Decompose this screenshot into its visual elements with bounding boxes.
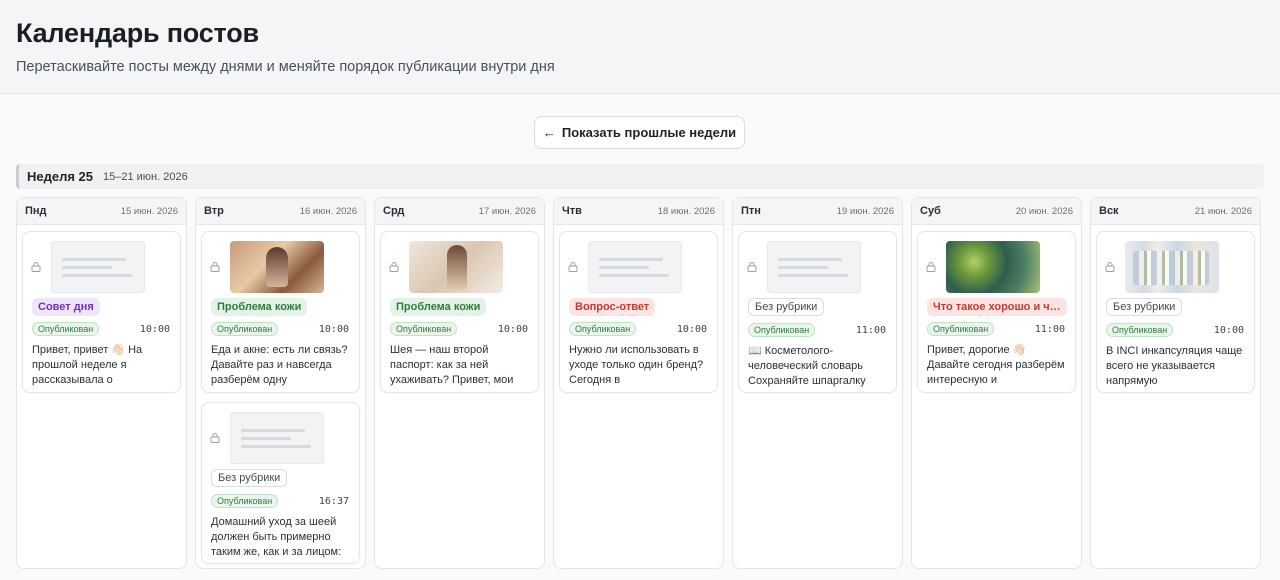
week-range: 15–21 июн. 2026: [103, 170, 188, 183]
post-card[interactable]: Без рубрики Опубликован 16:37 Домашний у…: [201, 402, 360, 564]
post-excerpt: Привет, привет 👋🏻 На прошлой неделе я ра…: [32, 344, 143, 386]
page-subtitle: Перетаскивайте посты между днями и меняй…: [16, 59, 555, 75]
day-date: 17 июн. 2026: [478, 205, 536, 217]
show-past-weeks-button[interactable]: ← Показать прошлые недели: [534, 116, 745, 149]
post-card[interactable]: Без рубрики Опубликован 11:00 📖 Косметол…: [738, 231, 897, 393]
day-column-wed[interactable]: Срд 17 июн. 2026 Проблема кожи Опубликов…: [374, 197, 545, 569]
arrow-left-icon: ←: [542, 125, 556, 140]
post-time: 16:37: [318, 496, 349, 507]
post-excerpt: Еда и акне: есть ли связь? Давайте раз и…: [211, 344, 348, 386]
post-card[interactable]: Совет дня Опубликован 10:00 Привет, прив…: [22, 231, 181, 393]
lock-icon[interactable]: [747, 261, 757, 272]
week-header: Неделя 25 15–21 июн. 2026: [16, 164, 1264, 189]
day-column-sat[interactable]: Суб 20 июн. 2026 Что такое хорошо и ч… О…: [911, 197, 1082, 569]
post-time: 10:00: [139, 324, 170, 335]
status-badge: Опубликован: [211, 494, 279, 508]
post-time: 10:00: [676, 324, 707, 335]
lock-icon[interactable]: [1105, 261, 1115, 272]
status-badge: Опубликован: [927, 322, 995, 336]
lock-icon[interactable]: [210, 432, 220, 443]
post-excerpt: В INCI инкапсуляция чаще всего не указыв…: [1106, 345, 1243, 387]
day-name: Пнд: [25, 205, 47, 217]
post-time: 11:00: [1034, 324, 1065, 335]
lock-icon[interactable]: [389, 261, 399, 272]
rubric-badge: Без рубрики: [211, 469, 288, 487]
rubric-badge: Без рубрики: [748, 298, 825, 316]
day-date: 16 июн. 2026: [299, 205, 357, 217]
rubric-badge: Что такое хорошо и ч…: [927, 298, 1067, 316]
day-header: Чтв 18 июн. 2026: [554, 198, 723, 225]
day-name: Суб: [920, 205, 941, 217]
post-excerpt: Домашний уход за шеей должен быть пример…: [211, 516, 342, 558]
post-card[interactable]: Вопрос-ответ Опубликован 10:00 Нужно ли …: [559, 231, 718, 393]
post-time: 11:00: [855, 325, 886, 336]
post-card[interactable]: Проблема кожи Опубликован 10:00 Еда и ак…: [201, 231, 360, 393]
page-title: Календарь постов: [16, 18, 259, 48]
post-thumbnail-placeholder: [230, 412, 324, 464]
rubric-badge: Без рубрики: [1106, 298, 1183, 316]
post-excerpt: Нужно ли использовать в уходе только оди…: [569, 344, 704, 386]
day-header: Суб 20 июн. 2026: [912, 198, 1081, 225]
rubric-badge: Вопрос-ответ: [569, 298, 656, 316]
post-thumbnail-placeholder: [588, 241, 682, 293]
day-header: Пнд 15 июн. 2026: [17, 198, 186, 225]
day-date: 21 июн. 2026: [1194, 205, 1252, 217]
day-date: 18 июн. 2026: [657, 205, 715, 217]
post-card[interactable]: Проблема кожи Опубликован 10:00 Шея — на…: [380, 231, 539, 393]
post-thumbnail-image: [230, 241, 324, 293]
post-excerpt: Шея — наш второй паспорт: как за ней уха…: [390, 344, 514, 386]
day-column-fri[interactable]: Птн 19 июн. 2026 Без рубрики Опубликован…: [732, 197, 903, 569]
post-time: 10:00: [318, 324, 349, 335]
status-badge: Опубликован: [748, 323, 816, 337]
day-header: Срд 17 июн. 2026: [375, 198, 544, 225]
status-badge: Опубликован: [32, 322, 100, 336]
lock-icon[interactable]: [31, 261, 41, 272]
day-date: 20 июн. 2026: [1015, 205, 1073, 217]
day-column-sun[interactable]: Вск 21 июн. 2026 Без рубрики Опубликован…: [1090, 197, 1261, 569]
lock-icon[interactable]: [568, 261, 578, 272]
day-name: Вск: [1099, 205, 1119, 217]
post-thumbnail-placeholder: [767, 241, 861, 293]
day-name: Втр: [204, 205, 224, 217]
day-header: Вск 21 июн. 2026: [1091, 198, 1260, 225]
status-badge: Опубликован: [211, 322, 279, 336]
rubric-badge: Проблема кожи: [211, 298, 308, 316]
rubric-badge: Совет дня: [32, 298, 100, 316]
post-card[interactable]: Без рубрики Опубликован 10:00 В INCI инк…: [1096, 231, 1255, 393]
post-excerpt: Привет, дорогие 👋🏻 Давайте сегодня разбе…: [927, 344, 1065, 386]
week-title: Неделя 25: [27, 169, 94, 184]
rubric-badge: Проблема кожи: [390, 298, 487, 316]
day-name: Птн: [741, 205, 761, 217]
post-card[interactable]: Что такое хорошо и ч… Опубликован 11:00 …: [917, 231, 1076, 393]
day-date: 19 июн. 2026: [836, 205, 894, 217]
post-thumbnail-placeholder: [51, 241, 145, 293]
post-thumbnail-image: [409, 241, 503, 293]
show-past-weeks-label: Показать прошлые недели: [561, 125, 737, 140]
day-header: Птн 19 июн. 2026: [733, 198, 902, 225]
page-header: Календарь постов Перетаскивайте посты ме…: [0, 0, 1280, 94]
status-badge: Опубликован: [569, 322, 637, 336]
lock-icon[interactable]: [210, 261, 220, 272]
day-column-thu[interactable]: Чтв 18 июн. 2026 Вопрос-ответ Опубликова…: [553, 197, 724, 569]
post-excerpt: 📖 Косметолого-человеческий словарь Сохра…: [748, 345, 866, 387]
status-badge: Опубликован: [1106, 323, 1174, 337]
post-thumbnail-image: [946, 241, 1040, 293]
day-column-tue[interactable]: Втр 16 июн. 2026 Проблема кожи Опубликов…: [195, 197, 366, 569]
post-time: 10:00: [1213, 325, 1244, 336]
day-header: Втр 16 июн. 2026: [196, 198, 365, 225]
day-column-mon[interactable]: Пнд 15 июн. 2026 Совет дня Опубликован 1…: [16, 197, 187, 569]
day-date: 15 июн. 2026: [120, 205, 178, 217]
post-time: 10:00: [497, 324, 528, 335]
day-name: Срд: [383, 205, 405, 217]
day-name: Чтв: [562, 205, 582, 217]
post-thumbnail-image: [1125, 241, 1219, 293]
lock-icon[interactable]: [926, 261, 936, 272]
status-badge: Опубликован: [390, 322, 458, 336]
